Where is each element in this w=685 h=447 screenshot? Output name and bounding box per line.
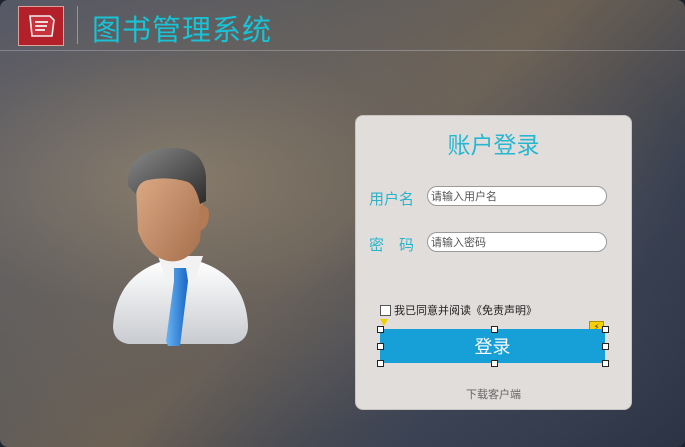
download-client-link[interactable]: 下载客户端 bbox=[356, 386, 631, 402]
username-label: 用户名 bbox=[369, 190, 415, 208]
agree-text: 我已同意并阅读《免责声明》 bbox=[394, 304, 537, 317]
book-icon bbox=[18, 6, 64, 46]
resize-handle bbox=[491, 326, 498, 333]
username-input[interactable] bbox=[427, 186, 607, 206]
password-input[interactable] bbox=[427, 232, 607, 252]
resize-handle bbox=[377, 343, 384, 350]
user-avatar-icon bbox=[108, 146, 253, 351]
password-label: 密 码 bbox=[369, 236, 415, 254]
login-window: 图书管理系统 账户登录 用户名 请输入用户名 密 码 我已同意并阅读《免责声明》… bbox=[0, 0, 685, 447]
resize-handle bbox=[602, 343, 609, 350]
resize-handle bbox=[602, 326, 609, 333]
resize-handle bbox=[377, 326, 384, 333]
resize-handle bbox=[377, 360, 384, 367]
warning-icon bbox=[380, 319, 388, 326]
resize-handle bbox=[602, 360, 609, 367]
login-button[interactable]: 登录 bbox=[380, 329, 605, 363]
resize-handle bbox=[491, 360, 498, 367]
header-divider bbox=[77, 6, 78, 44]
agree-checkbox-row[interactable]: 我已同意并阅读《免责声明》 bbox=[380, 302, 537, 318]
login-title: 账户登录 bbox=[447, 133, 540, 159]
app-header: 图书管理系统 bbox=[0, 0, 685, 51]
login-card: 账户登录 用户名 密 码 我已同意并阅读《免责声明》 ⚡ 登录 下载客户端 bbox=[355, 115, 632, 410]
agree-checkbox[interactable] bbox=[380, 304, 391, 316]
app-title: 图书管理系统 bbox=[92, 13, 273, 47]
